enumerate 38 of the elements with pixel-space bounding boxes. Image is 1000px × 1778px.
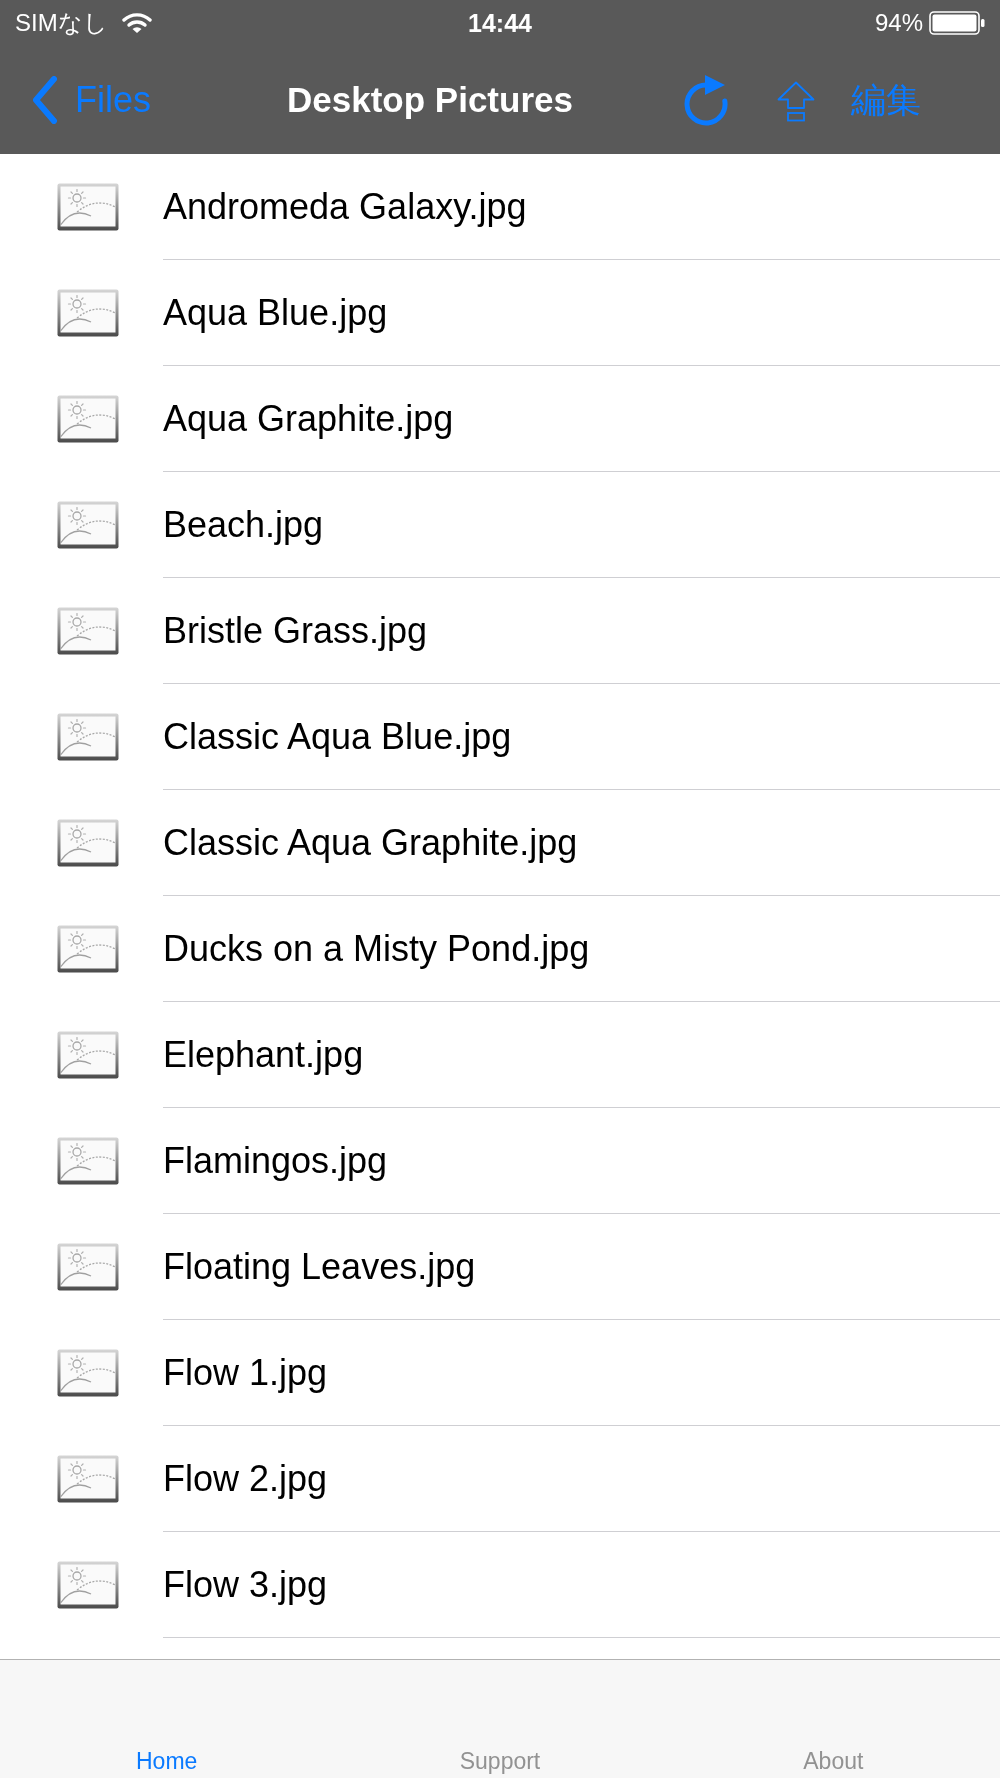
file-name[interactable]: Flow 2.jpg (163, 1456, 328, 1501)
image-file-icon (57, 607, 119, 655)
tab-button[interactable]: Home (132, 1747, 202, 1775)
image-file-icon (57, 1243, 119, 1291)
file-name[interactable]: Flamingos.jpg (163, 1138, 388, 1183)
image-file-icon (57, 1561, 119, 1609)
image-file-icon (57, 183, 119, 231)
image-file-icon (57, 289, 119, 337)
image-file-icon (57, 395, 119, 443)
clock-time: 14:44 (468, 9, 532, 37)
file-name[interactable]: Aqua Blue.jpg (163, 290, 388, 335)
screen-title: Desktop Pictures (287, 80, 573, 120)
image-file-icon (57, 501, 119, 549)
image-file-icon (57, 819, 119, 867)
carrier-label: SIMなし (15, 9, 108, 37)
file-name[interactable]: Bristle Grass.jpg (163, 608, 428, 653)
image-file-icon (57, 713, 119, 761)
image-file-icon (57, 1137, 119, 1185)
file-name[interactable]: Aqua Graphite.jpg (163, 396, 454, 441)
battery-icon (929, 11, 985, 35)
image-file-icon (57, 1031, 119, 1079)
image-file-icon (57, 1349, 119, 1397)
chevron-left-icon (32, 76, 58, 124)
upload-icon[interactable] (777, 80, 815, 122)
image-file-icon (57, 925, 119, 973)
image-file-icon (57, 1455, 119, 1503)
battery-percent: 94% (874, 9, 923, 37)
file-name[interactable]: Classic Aqua Graphite.jpg (163, 820, 578, 865)
file-name[interactable]: Classic Aqua Blue.jpg (163, 714, 512, 759)
file-name[interactable]: Elephant.jpg (163, 1032, 364, 1077)
file-name[interactable]: Flow 3.jpg (163, 1562, 328, 1607)
wifi-icon (121, 12, 152, 34)
file-name[interactable]: Ducks on a Misty Pond.jpg (163, 926, 590, 971)
refresh-icon[interactable] (684, 74, 728, 126)
file-name[interactable]: Flow 1.jpg (163, 1350, 328, 1395)
file-name[interactable]: Beach.jpg (163, 502, 324, 547)
file-name[interactable]: Andromeda Galaxy.jpg (163, 184, 527, 229)
file-name[interactable]: Floating Leaves.jpg (163, 1244, 476, 1289)
